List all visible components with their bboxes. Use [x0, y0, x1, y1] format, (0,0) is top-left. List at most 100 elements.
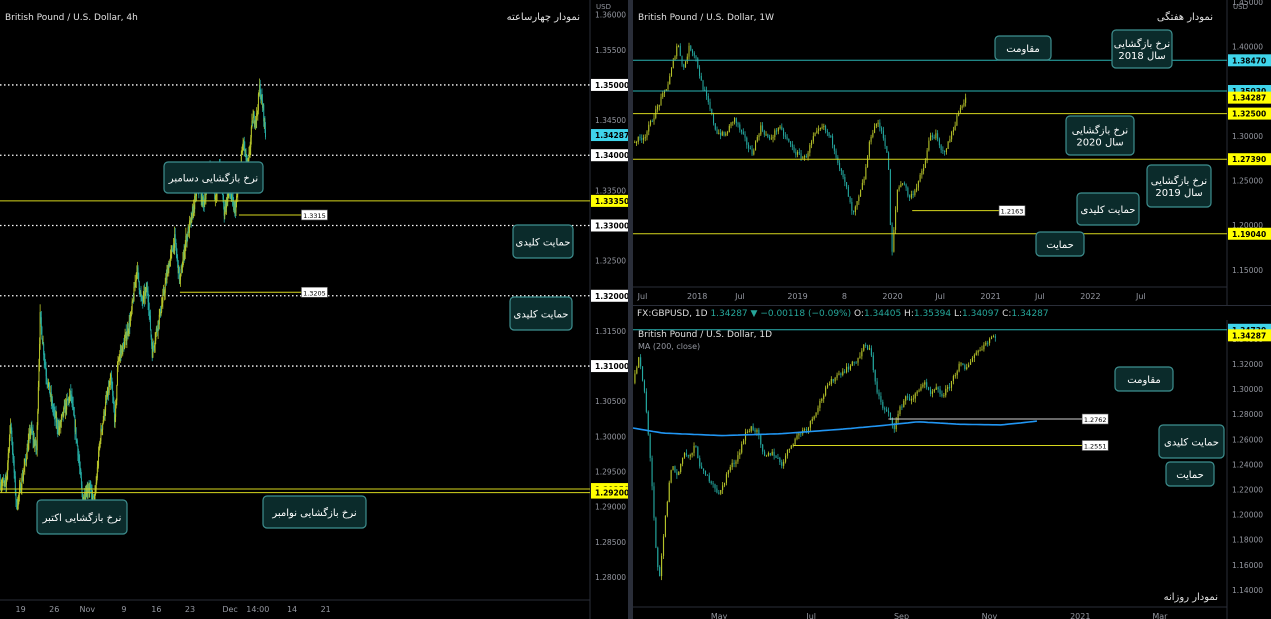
candle-body [649, 434, 651, 458]
candle-body [891, 225, 893, 252]
callout-text: حمایت کلیدی [514, 310, 569, 321]
candle-body [856, 201, 858, 207]
candle-body [639, 136, 641, 139]
candle-body [832, 136, 834, 145]
candle-body [708, 475, 710, 482]
candle-body [706, 474, 708, 476]
candle-body [670, 67, 673, 77]
price-level-tag-label: 1.35000 [595, 81, 628, 90]
callout-text: مقاومت [1127, 375, 1160, 386]
weekly-chart-panel[interactable]: 1.150001.200001.250001.300001.350001.400… [633, 0, 1271, 305]
candle-body [720, 490, 722, 494]
time-axis-tick: 8 [842, 292, 847, 301]
candle-body [802, 157, 804, 159]
candle-body [882, 401, 884, 409]
daily-chart[interactable]: 1.14000 1.16000 1.18000 1.20000 1.22000 1.240… [633, 320, 1271, 619]
candle-body [784, 455, 787, 462]
candle-body [872, 355, 874, 371]
candle-body [742, 131, 744, 135]
candle-body [642, 137, 645, 140]
candle-body [798, 433, 800, 436]
candle-body [846, 182, 848, 187]
candle-body [919, 174, 921, 182]
daily-chart-panel[interactable]: FX:GBPUSD, 1D 1.34287 ▼ −0.00118 (−0.09%… [633, 306, 1271, 619]
candle-body [697, 58, 699, 68]
time-axis-tick: 2018 [687, 292, 707, 301]
callout-text: نرخ بازگشایی [1151, 175, 1207, 187]
candle-body [746, 137, 748, 145]
candle-body [762, 444, 764, 452]
callout: مقاومت [994, 35, 1052, 61]
candle-body [102, 423, 104, 430]
candle-body [922, 384, 924, 387]
candle-body [731, 462, 733, 468]
candle-body [733, 462, 735, 464]
callout-text: نرخ بازگشایی [1072, 125, 1128, 137]
candle-body [851, 202, 853, 211]
callout-text: حمایت کلیدی [1081, 205, 1136, 216]
candle-body [732, 121, 734, 123]
candle-body [695, 445, 697, 448]
candle-body [685, 453, 687, 456]
candle-body [977, 350, 979, 353]
callout-text: نرخ بازگشایی اکتبر [42, 512, 122, 524]
candle-body [971, 357, 974, 362]
candle-body [870, 348, 872, 356]
candle-body [880, 396, 882, 402]
callout: نرخ بازگشاییسال 2018 [1111, 29, 1173, 69]
candle-body [653, 486, 655, 518]
candle-body [903, 183, 905, 185]
price-axis-tick: 1.25000 [1232, 177, 1263, 186]
candle-body [645, 391, 647, 412]
candle-body [657, 547, 659, 568]
candle-body [896, 189, 898, 210]
candle-body [937, 387, 939, 390]
price-level-tag-label: 1.32000 [595, 292, 628, 301]
candle-body [661, 555, 663, 577]
time-axis-tick: 9 [121, 605, 126, 614]
time-axis-tick: 19 [16, 605, 26, 614]
candle-body [23, 471, 25, 476]
candle-body [137, 267, 139, 273]
candle-body [865, 167, 867, 180]
candle-body [992, 336, 995, 338]
price-axis-tick: 1.32000 [1232, 360, 1263, 369]
candle-body [916, 391, 918, 394]
candle-body [641, 366, 644, 381]
candle-body [853, 361, 855, 363]
candle-body [985, 342, 987, 345]
weekly-chart[interactable]: 1.150001.200001.250001.300001.350001.400… [633, 0, 1271, 305]
candle-body [704, 89, 706, 91]
candle-body [961, 106, 963, 108]
candle-body [660, 96, 662, 106]
candle-body [744, 432, 747, 441]
candle-body [76, 440, 78, 446]
candle-body [863, 344, 865, 351]
four-hour-chart[interactable]: 1.28000 1.28500 1.29000 1.29500 1.30000 1.305… [0, 0, 628, 619]
candle-body [804, 156, 806, 158]
candle-body [901, 406, 903, 408]
callout-text: نرخ بازگشایی نوامبر [271, 507, 356, 519]
four-hour-chart-panel[interactable]: 1.28000 1.28500 1.29000 1.29500 1.30000 1.305… [0, 0, 628, 619]
price-axis-tick: 1.15000 [1232, 266, 1263, 275]
candle-body [774, 130, 776, 137]
candle-body [636, 367, 638, 374]
callout: نرخ بازگشایی نوامبر [262, 495, 367, 529]
candle-body [914, 393, 916, 399]
candle-body [855, 362, 857, 364]
candle-body [893, 424, 895, 430]
candle-body [951, 132, 953, 140]
candle-body [728, 125, 730, 133]
candle-body [859, 356, 861, 358]
price-axis-tick: 1.28500 [595, 538, 626, 547]
candle-body [793, 146, 795, 152]
time-axis-tick: 14:00 [246, 605, 269, 614]
candle-body [887, 411, 890, 413]
candle-body [791, 144, 793, 147]
price-tag-label: 1.27390 [1232, 155, 1266, 164]
candle-body [812, 136, 814, 142]
callout: نرخ بازگشایی اکتبر [36, 499, 128, 535]
candle-body [779, 458, 781, 463]
candle-body [924, 160, 926, 169]
candle-body [644, 137, 646, 139]
